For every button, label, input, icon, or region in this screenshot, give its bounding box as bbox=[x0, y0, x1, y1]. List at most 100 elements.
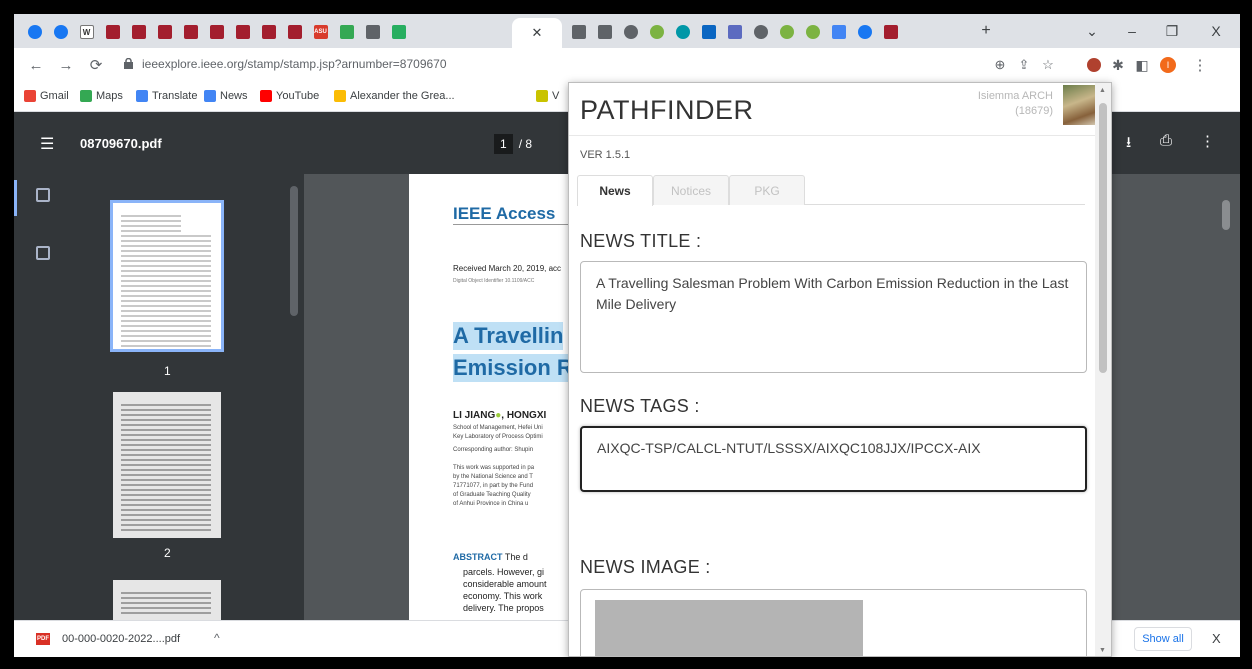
download-icon[interactable]: ⭳ bbox=[1126, 132, 1131, 157]
bookmark-item[interactable]: Maps bbox=[80, 90, 123, 102]
back-icon[interactable]: ← bbox=[26, 55, 46, 75]
browser-tab[interactable]: W bbox=[74, 19, 99, 45]
download-filename[interactable]: 00-000-0020-2022....pdf bbox=[62, 633, 180, 645]
browser-tab[interactable] bbox=[722, 19, 747, 45]
side-panel-icon[interactable]: ◧ bbox=[1132, 55, 1152, 75]
browser-tab[interactable] bbox=[230, 19, 255, 45]
bookmark-icon bbox=[334, 90, 346, 102]
browser-tab[interactable] bbox=[22, 19, 47, 45]
share-icon[interactable]: ⇪ bbox=[1014, 55, 1034, 75]
browser-tab[interactable] bbox=[826, 19, 851, 45]
tab-favicon-icon bbox=[727, 25, 742, 39]
browser-tab[interactable] bbox=[282, 19, 307, 45]
outline-view-icon[interactable] bbox=[36, 246, 50, 260]
pdf-more-icon[interactable]: ⋮ bbox=[1200, 132, 1215, 150]
page-number-input[interactable]: 1 bbox=[494, 134, 513, 154]
bookmark-item[interactable]: Alexander the Grea... bbox=[334, 90, 455, 102]
active-tab[interactable]: ✕ bbox=[512, 18, 562, 48]
print-icon[interactable]: ⎙ bbox=[1160, 132, 1172, 149]
tab-favicon-icon bbox=[623, 25, 638, 39]
doi-text: Digital Object Identifier 10.1109/ACC bbox=[453, 278, 535, 284]
browser-window: ✕ + ⌄ – ❐ X W ASU ← → ⟳ ieeexplore.ieee.o… bbox=[14, 14, 1240, 657]
browser-tab[interactable]: ASU bbox=[308, 19, 333, 45]
download-bar-close-button[interactable]: X bbox=[1212, 631, 1221, 646]
profile-avatar[interactable]: I bbox=[1158, 55, 1178, 75]
page-thumbnail-1[interactable] bbox=[110, 200, 224, 352]
pdf-page-indicator: 1 / 8 bbox=[494, 134, 532, 154]
tab-pkg[interactable]: PKG bbox=[729, 175, 805, 205]
page-thumbnail-3[interactable] bbox=[113, 580, 221, 620]
browser-tab[interactable] bbox=[644, 19, 669, 45]
browser-tab[interactable] bbox=[334, 19, 359, 45]
bookmark-item[interactable]: YouTube bbox=[260, 90, 319, 102]
forward-icon[interactable]: → bbox=[56, 55, 76, 75]
window-close-button[interactable]: X bbox=[1198, 18, 1234, 44]
sidebar-scrollbar[interactable] bbox=[290, 186, 298, 316]
news-title-textarea[interactable]: A Travelling Salesman Problem With Carbo… bbox=[580, 261, 1087, 373]
browser-tab[interactable] bbox=[126, 19, 151, 45]
restore-button[interactable]: ❐ bbox=[1154, 18, 1190, 44]
tab-favicon-icon bbox=[261, 25, 276, 39]
browser-tab[interactable] bbox=[852, 19, 877, 45]
browser-tab[interactable] bbox=[800, 19, 825, 45]
browser-tab[interactable] bbox=[696, 19, 721, 45]
tab-favicon-icon bbox=[365, 25, 380, 39]
zoom-icon[interactable]: ⊕ bbox=[990, 55, 1010, 75]
browser-tab[interactable] bbox=[100, 19, 125, 45]
tab-favicon-icon bbox=[235, 25, 250, 39]
tab-favicon-icon bbox=[53, 25, 68, 39]
affiliations: School of Management, Hefei Uni Key Labor… bbox=[453, 425, 543, 440]
bookmark-item[interactable]: News bbox=[204, 90, 248, 102]
tab-favicon-icon bbox=[183, 25, 198, 39]
browser-tab[interactable] bbox=[256, 19, 281, 45]
version-label: VER 1.5.1 bbox=[580, 149, 631, 161]
extension-pathfinder-icon[interactable] bbox=[1084, 55, 1104, 75]
browser-tab[interactable] bbox=[774, 19, 799, 45]
tab-search-icon[interactable]: ⌄ bbox=[1074, 18, 1110, 44]
extensions-puzzle-icon[interactable]: ✱ bbox=[1108, 55, 1128, 75]
popup-scrollbar[interactable]: ▲ ▼ bbox=[1095, 83, 1111, 656]
browser-tab[interactable] bbox=[618, 19, 643, 45]
browser-tab[interactable] bbox=[748, 19, 773, 45]
bookmark-star-icon[interactable]: ☆ bbox=[1038, 55, 1058, 75]
browser-tab[interactable] bbox=[670, 19, 695, 45]
bookmark-item[interactable]: Gmail bbox=[24, 90, 69, 102]
paper-title-line: Emission R bbox=[453, 354, 573, 382]
browser-tab[interactable] bbox=[152, 19, 177, 45]
thumbnails-view-icon[interactable] bbox=[36, 188, 50, 202]
news-tags-input[interactable]: AIXQC-TSP/CALCL-NTUT/LSSSX/AIXQC108JJX/I… bbox=[580, 426, 1087, 492]
lock-icon[interactable] bbox=[124, 58, 133, 69]
tab-favicon-icon bbox=[105, 25, 120, 39]
hamburger-menu-icon[interactable]: ☰ bbox=[40, 134, 54, 154]
bookmark-icon bbox=[536, 90, 548, 102]
menu-kebab-icon[interactable]: ⋮ bbox=[1190, 55, 1210, 75]
new-tab-button[interactable]: + bbox=[968, 18, 1004, 44]
browser-tab[interactable] bbox=[566, 19, 591, 45]
browser-tab[interactable] bbox=[878, 19, 903, 45]
tab-notices[interactable]: Notices bbox=[653, 175, 729, 205]
pdf-thumbnail-sidebar: 1 2 bbox=[14, 174, 304, 620]
browser-tab[interactable] bbox=[592, 19, 617, 45]
bookmark-label: Maps bbox=[96, 90, 123, 102]
tab-favicon-icon bbox=[779, 25, 794, 39]
browser-tab[interactable] bbox=[204, 19, 229, 45]
browser-tab[interactable] bbox=[178, 19, 203, 45]
minimize-button[interactable]: – bbox=[1114, 18, 1150, 44]
browser-tab[interactable] bbox=[360, 19, 385, 45]
journal-logo: IEEE Access bbox=[453, 204, 556, 223]
close-icon[interactable]: ✕ bbox=[532, 25, 543, 41]
popup-scroll-thumb[interactable] bbox=[1099, 103, 1107, 373]
tab-news[interactable]: News bbox=[577, 175, 653, 206]
browser-tab[interactable] bbox=[386, 19, 411, 45]
reload-icon[interactable]: ⟳ bbox=[86, 55, 106, 75]
address-bar[interactable]: ieeexplore.ieee.org/stamp/stamp.jsp?arnu… bbox=[114, 53, 1070, 77]
bookmark-item[interactable]: V bbox=[536, 90, 559, 102]
show-all-button[interactable]: Show all bbox=[1134, 627, 1192, 651]
page-thumbnail-2[interactable] bbox=[113, 392, 221, 538]
download-options-chevron-icon[interactable]: ^ bbox=[214, 631, 220, 645]
document-scrollbar[interactable] bbox=[1222, 200, 1230, 230]
browser-tab[interactable] bbox=[48, 19, 73, 45]
news-image-dropzone[interactable] bbox=[580, 589, 1087, 656]
bookmark-item[interactable]: Translate bbox=[136, 90, 197, 102]
pdf-page: IEEE Access Received March 20, 2019, acc… bbox=[409, 174, 594, 620]
